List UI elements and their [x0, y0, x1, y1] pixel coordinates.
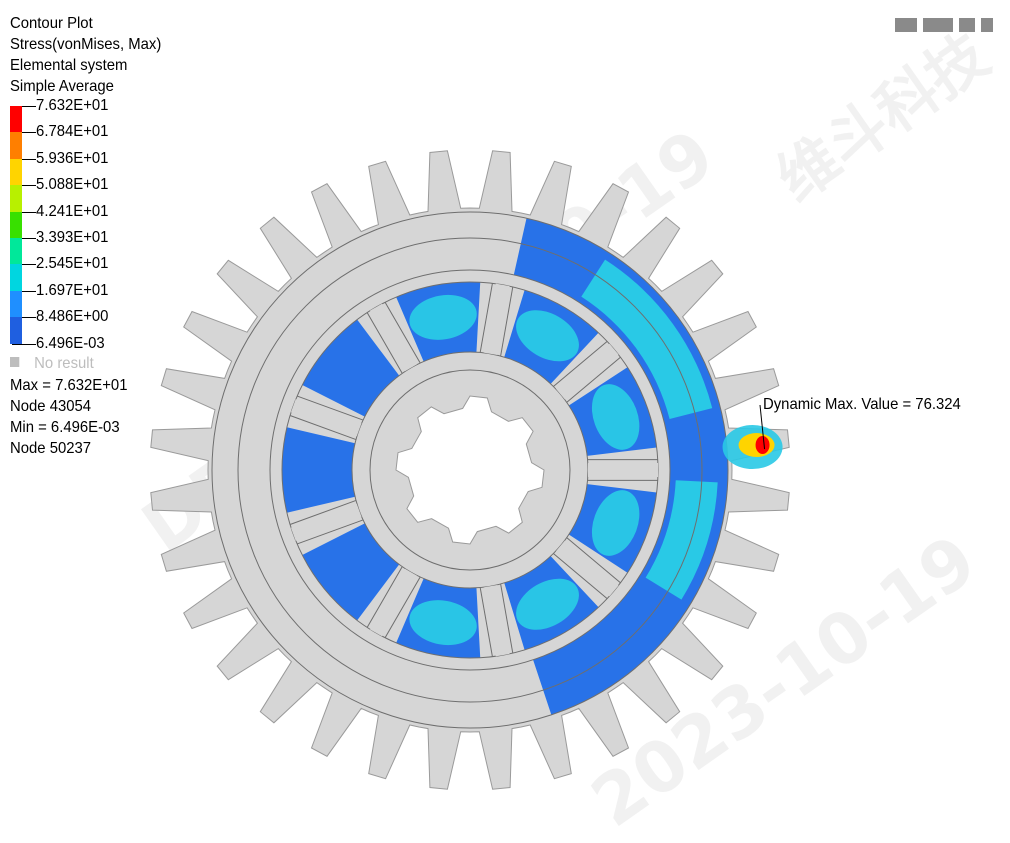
logo — [895, 16, 1003, 40]
legend-level-label: 1.697E+01 — [10, 281, 108, 301]
legend-level-label: 6.496E-03 — [10, 334, 105, 354]
contour-viewport[interactable]: 维斗科技 DFYE 2023-10-19 2023-10-19 Contour … — [0, 0, 1010, 806]
legend-level-label: 5.088E+01 — [10, 175, 108, 195]
averaging-label: Simple Average — [10, 76, 114, 97]
plot-type-label: Contour Plot — [10, 13, 93, 34]
dynamic-max-annotation: Dynamic Max. Value = 76.324 — [763, 396, 961, 414]
legend-level-label: 7.632E+01 — [10, 96, 108, 116]
result-type-label: Stress(vonMises, Max) — [10, 34, 161, 55]
no-result-label: No result — [34, 355, 94, 372]
legend-level-label: 5.936E+01 — [10, 149, 108, 169]
stress-hotspot-peak — [756, 436, 770, 454]
legend-level-label: 3.393E+01 — [10, 228, 108, 248]
system-label: Elemental system — [10, 55, 127, 76]
min-node-text: Node 50237 — [10, 438, 91, 459]
legend-level-label: 4.241E+01 — [10, 202, 108, 222]
min-value-text: Min = 6.496E-03 — [10, 417, 120, 438]
max-value-text: Max = 7.632E+01 — [10, 375, 127, 396]
no-result-legend: No result — [10, 355, 94, 373]
max-node-text: Node 43054 — [10, 396, 91, 417]
legend-level-label: 8.486E+00 — [10, 307, 108, 327]
no-result-swatch — [10, 357, 19, 367]
legend-level-label: 2.545E+01 — [10, 254, 108, 274]
legend-level-label: 6.784E+01 — [10, 122, 108, 142]
